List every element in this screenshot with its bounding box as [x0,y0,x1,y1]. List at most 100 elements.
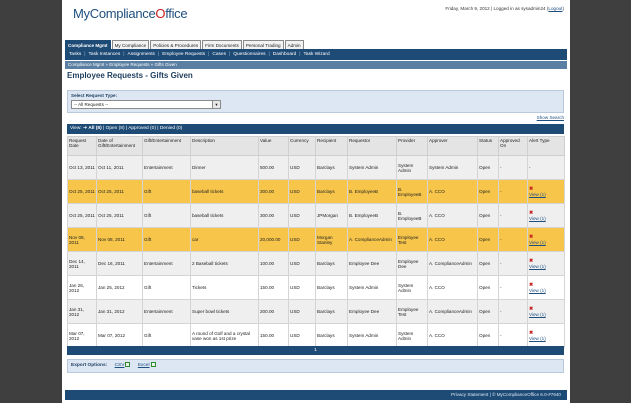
cell-approver: A. CCO [427,203,478,228]
column-header[interactable]: Provider [396,136,428,156]
page-container: MyComplianceOffice Friday, March 9, 2012… [62,0,570,403]
column-header[interactable]: Gift/Entertainment [142,136,191,156]
logout-link[interactable]: Logout [548,6,562,11]
show-search-link[interactable]: Show Search [537,115,564,120]
alert-view-link[interactable]: View (1) [529,216,546,221]
cell-alert: ✖ View (1) [527,227,565,252]
tab-personal-trading[interactable]: Personal Trading [242,40,284,49]
view-other-links[interactable]: | Open (8) | Approved (0) | Denied (0) [102,126,182,131]
alert-view-link[interactable]: View (1) [529,336,546,341]
tab-firm-documents[interactable]: Firm Documents [202,40,242,49]
table-row[interactable]: Nov 08, 2011 Nov 08, 2011 Gift car 20,000.00… [67,227,565,252]
table-body: Oct 13, 2011 Oct 11, 2011 Entertainment Din… [67,155,565,348]
current-date: Friday, March 9, 2012 [445,6,490,11]
cell-alert: ✖ View (1) [527,251,565,276]
cell-cur: USD [288,299,316,324]
nav-item-cases[interactable]: Cases [212,52,226,57]
nav-item-task-wizard[interactable]: Task Wizard [304,52,330,57]
cell-requestor: Employee Dee [347,299,397,324]
cell-recipient: Barclays [315,275,348,300]
chevron-down-icon[interactable]: ▼ [212,101,220,108]
column-header[interactable]: Date of Gift/Entertainment [96,136,143,156]
nav-item-tasks[interactable]: Tasks [69,52,81,57]
requests-table: Request Date Date of Gift/Entertainment Gi… [67,136,565,348]
cell-value: 300.00 [258,203,289,228]
table-row[interactable]: Oct 13, 2011 Oct 11, 2011 Entertainment Din… [67,155,565,180]
tab-admin[interactable]: Admin [284,40,304,49]
cell-approver: A. CCO [427,323,478,348]
column-header[interactable]: Status [477,136,499,156]
column-header[interactable]: Approved On [498,136,528,156]
cell-desc: baseball tickets [190,179,259,204]
table-row[interactable]: Mar 07, 2012 Mar 07, 2012 Gift A round of G… [67,323,565,348]
column-header[interactable]: Approver [427,136,478,156]
cell-requestor: B. EmployeeB [347,203,397,228]
table-row[interactable]: Dec 14, 2011 Dec 16, 2011 Entertainment 2 B… [67,251,565,276]
alert-view-link[interactable]: View (1) [529,240,546,245]
column-header[interactable]: Currency [288,136,316,156]
excel-file-icon[interactable] [150,362,156,368]
cell-date: Jan 31, 2012 [96,299,143,324]
column-header[interactable]: Alert Type [527,136,565,156]
cell-requestor: A. ComplianceAdmin [347,227,397,252]
column-header[interactable]: Description [190,136,259,156]
nav-item-assignments[interactable]: Assignments [128,52,155,57]
cell-alert: ✖ View (1) [527,203,565,228]
cell-status: Open [477,251,499,276]
alert-view-link[interactable]: View (1) [529,288,546,293]
tab-policies-procedures[interactable]: Policies & Procedures [150,40,202,49]
logo: MyComplianceOffice [73,6,188,21]
csv-file-icon[interactable] [125,362,131,368]
alert-view-link[interactable]: View (1) [529,312,546,317]
cell-requestor: System Admin [347,275,397,300]
cell-recipient: Barclays [315,155,348,180]
table-row[interactable]: Oct 25, 2011 Oct 25, 2011 Gift baseball tic… [67,203,565,228]
cell-approved: - [498,155,528,180]
nav-item-task-instances[interactable]: Task Instances [89,52,121,57]
export-options: Export Options: CSV Excel [67,359,564,373]
request-type-value: -- All Requests -- [74,102,109,107]
filter-label: Select Request Type: [71,93,118,98]
export-csv-link[interactable]: CSV [115,363,125,368]
cell-approver: A. CCO [427,227,478,252]
cell-value: 500.00 [258,155,289,180]
table-row[interactable]: Jan 31, 2012 Jan 31, 2012 Entertainment Sup… [67,299,565,324]
alert-view-link[interactable]: View (1) [529,192,546,197]
cell-alert: ✖ View (1) [527,179,565,204]
column-header[interactable]: Value [258,136,289,156]
cell-approved: - [498,179,528,204]
request-type-select[interactable]: -- All Requests -- ▼ [71,100,221,109]
export-excel-link[interactable]: Excel [138,363,150,368]
column-header[interactable]: Requestor [347,136,397,156]
nav-item-employee-requests[interactable]: Employee Requests [162,52,205,57]
cell-status: Open [477,275,499,300]
column-header[interactable]: Recipient [315,136,348,156]
cell-cur: USD [288,227,316,252]
view-filter-bar: View: ➜ All (8) | Open (8) | Approved (0… [67,124,564,134]
cell-provider: System Admin [396,155,428,180]
cell-approver: A. CCO [427,179,478,204]
alert-view-link[interactable]: View (1) [529,264,546,269]
view-all-link[interactable]: All (8) [88,126,101,131]
cell-value: 200.00 [258,299,289,324]
cell-req: Mar 07, 2012 [67,323,97,348]
nav-item-dashboard[interactable]: Dashboard [273,52,296,57]
cell-cur: USD [288,179,316,204]
cell-type: Gift [142,227,191,252]
page-number[interactable]: 1 [314,348,317,353]
column-header[interactable]: Request Date [67,136,97,156]
cell-provider: Employee Dee [396,251,428,276]
table-row[interactable]: Oct 25, 2011 Oct 25, 2011 Gift baseball tic… [67,179,565,204]
tab-my-compliance[interactable]: My Compliance [111,40,150,49]
cell-date: Oct 11, 2011 [96,155,143,180]
tab-compliance-mgmt[interactable]: Compliance Mgmt [65,40,111,49]
cell-cur: USD [288,251,316,276]
nav-item-questionnaires[interactable]: Questionnaires [233,52,265,57]
cell-approver: A. CCO [427,275,478,300]
cell-provider: B. EmployeeB [396,179,428,204]
nav-separator: | [123,52,125,57]
cell-recipient: JPMorgan [315,203,348,228]
cell-status: Open [477,323,499,348]
cell-requestor: System Admin [347,323,397,348]
table-row[interactable]: Jan 26, 2012 Jan 25, 2012 Gift Tickets 150.0… [67,275,565,300]
